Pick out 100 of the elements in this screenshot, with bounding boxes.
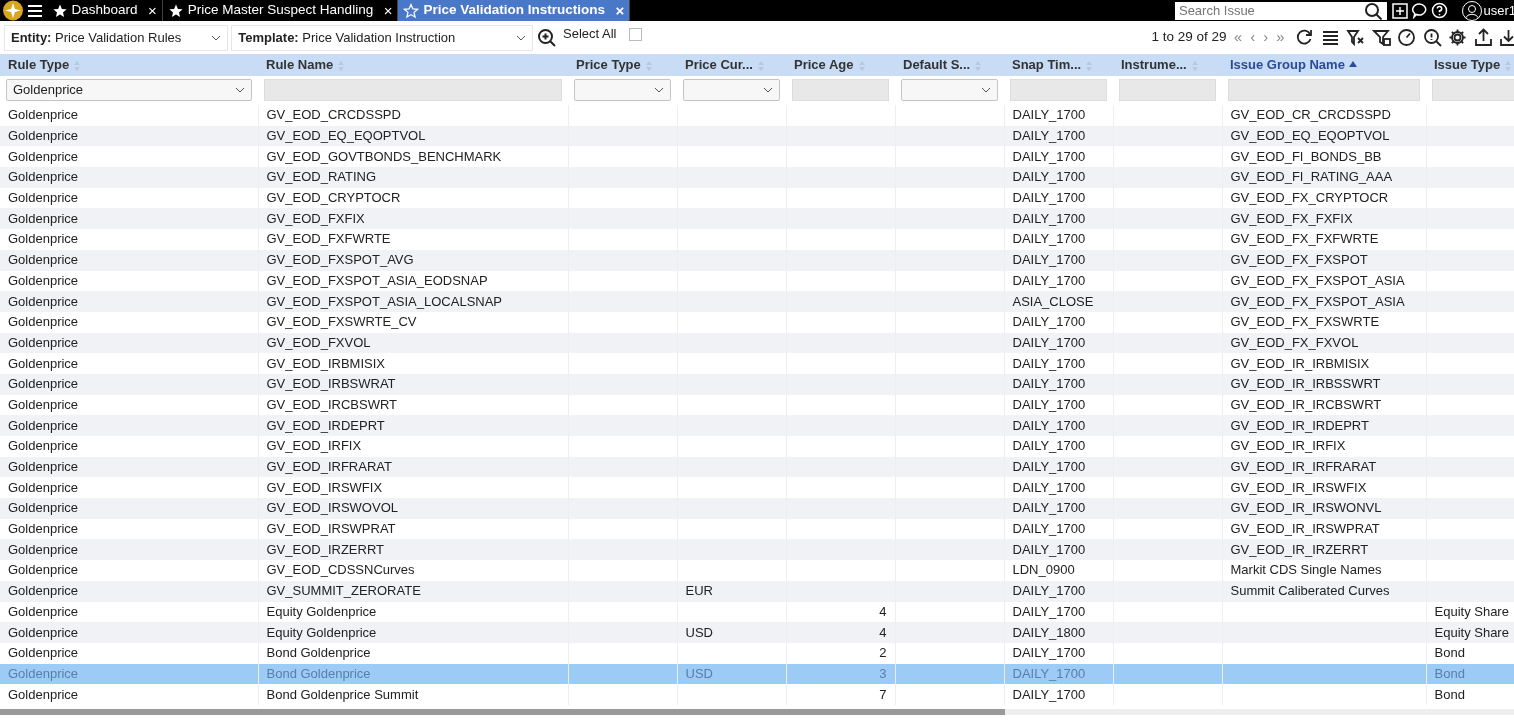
filter-field[interactable] [1119,79,1216,101]
column-header[interactable]: Snap Tim... [1004,54,1113,76]
table-row[interactable]: Goldenprice GV_EOD_EQ_EQOPTVOL DAILY_1700 GV_EOD_EQ_EQOPTVOL [0,125,1514,147]
help-icon[interactable] [1431,2,1449,19]
table-cell: DAILY_1700 [1012,479,1086,495]
gauge-icon[interactable] [1397,28,1416,47]
settings-icon[interactable] [1448,28,1467,47]
table-cell: DAILY_1700 [1012,355,1086,371]
filter-field[interactable] [1228,79,1420,101]
filter-field[interactable] [792,79,889,101]
table-cell: GV_EOD_IRFIX [266,438,362,454]
table-row[interactable]: Goldenprice GV_EOD_FXFWRTE DAILY_1700 GV_EOD_FX_FXFWRTE [0,229,1514,250]
column-header[interactable]: Price Type [568,54,677,76]
table-row[interactable]: Goldenprice GV_EOD_CDSSNCurves LDN_0900 Markit CDS Single Names [0,560,1514,581]
table-row[interactable]: Goldenprice GV_EOD_GOVTBONDS_BENCHMARK DAILY_1700 GV_EOD_FI_BONDS_BB [0,146,1514,168]
filter-dropdown[interactable]: Goldenprice [6,79,252,101]
table-cell: Goldenprice [8,645,79,661]
table-cell: DAILY_1700 [1012,521,1086,537]
table-row[interactable]: Goldenprice GV_SUMMIT_ZERORATE EUR DAILY_1700 Summit Caliberated Curves [0,580,1514,602]
entity-dropdown[interactable]: Entity: Price Validation Rules [4,24,228,51]
table-cell: GV_EOD_FXSPOT_ASIA_EODSNAP [266,272,488,288]
filter-icon[interactable] [1371,28,1391,47]
table-row[interactable]: Goldenprice GV_EOD_IRSWOVOL DAILY_1700 GV_EOD_IR_IRSWONVL [0,498,1514,519]
filter-field[interactable] [1432,79,1514,101]
column-header[interactable]: Default S... [895,54,1004,76]
table-cell: Goldenprice [8,128,79,144]
column-header[interactable]: Price Cur... [677,54,786,76]
table-row[interactable]: Goldenprice GV_EOD_FXVOL DAILY_1700 GV_EOD_FX_FXVOL [0,332,1514,354]
table-cell: Markit CDS Single Names [1230,562,1382,578]
table-row[interactable]: Goldenprice GV_EOD_FXSWRTE_CV DAILY_1700 GV_EOD_FX_FXSWRTE [0,311,1514,333]
column-header[interactable]: Issue Type [1426,54,1514,76]
add-icon[interactable] [1391,2,1408,19]
zoom-in-icon[interactable] [536,27,557,48]
chevron-down-icon [654,87,664,93]
table-cell: Goldenprice [8,686,79,702]
table-cell: GV_EOD_IR_IRFRARAT [1230,459,1377,475]
table-cell: DAILY_1700 [1012,107,1086,123]
close-button[interactable]: × [383,3,393,18]
table-row[interactable]: Goldenprice GV_EOD_IRFRARAT DAILY_1700 GV_EOD_IR_IRFRARAT [0,456,1514,478]
select-all-checkbox[interactable] [629,28,643,41]
zoom-icon[interactable] [1422,28,1442,47]
table-cell: DAILY_1700 [1012,541,1086,557]
dropdown-value: Template: Price Validation Instruction [238,28,456,47]
table-row[interactable]: Goldenprice GV_EOD_IRZERRT DAILY_1700 GV_EOD_IR_IRZERRT [0,539,1514,561]
table-row[interactable]: Goldenprice GV_EOD_FXSPOT_ASIA_EODSNAP DAILY_1700 GV_EOD_FX_FXSPOT_ASIA [0,270,1514,292]
table-row[interactable]: Goldenprice Bond Goldenprice 2 DAILY_1700 Bond [0,642,1514,664]
user-icon[interactable] [1461,0,1484,21]
column-header[interactable]: Rule Type [0,54,258,76]
table-row[interactable]: Goldenprice GV_EOD_IRSWPRAT DAILY_1700 GV_EOD_IR_IRSWPRAT [0,518,1514,540]
table-cell: Goldenprice [8,293,79,309]
close-button[interactable]: × [148,3,157,18]
table-cell: GV_EOD_RATING [266,169,377,185]
table-cell: Equity Goldenprice [266,624,377,640]
upload-icon[interactable] [1473,28,1493,47]
download-icon[interactable] [1499,28,1514,47]
table-row[interactable]: Goldenprice GV_EOD_IRDEPRT DAILY_1700 GV_EOD_IR_IRDEPRT [0,415,1514,436]
table-row[interactable]: Goldenprice GV_EOD_FXSPOT_ASIA_LOCALSNAP ASIA_CLOSE GV_EOD_FX_FXSPOT_ASIA [0,291,1514,312]
filter-field[interactable] [1010,79,1107,101]
table-cell: GV_EOD_GOVTBONDS_BENCHMARK [266,148,502,164]
table-row[interactable]: Goldenprice GV_EOD_RATING DAILY_1700 GV_EOD_FI_RATING_AAA [0,167,1514,188]
column-header[interactable]: Rule Name [258,54,568,76]
table-row[interactable]: Goldenprice Bond Goldenprice Summit 7 DAILY_1700 Bond [0,684,1514,705]
table-row[interactable]: Goldenprice GV_EOD_IRFIX DAILY_1700 GV_EOD_IR_IRFIX [0,436,1514,457]
column-header[interactable]: Instrume... [1113,54,1222,76]
column-header[interactable]: Price Age [786,54,895,76]
close-button[interactable]: × [615,3,625,18]
column-header[interactable]: Issue Group Name [1222,54,1426,76]
table-cell: LDN_0900 [1012,562,1075,578]
table-row[interactable]: Goldenprice GV_EOD_IRBSWRAT DAILY_1700 GV_EOD_IR_IRBSSWRT [0,373,1514,395]
filter-clear-icon[interactable] [1346,28,1365,47]
template-dropdown[interactable]: Template: Price Validation Instruction [231,24,534,51]
table-row[interactable]: Goldenprice Equity Goldenprice 4 DAILY_1700 Equity Share [0,601,1514,623]
table-cell: DAILY_1700 [1012,459,1086,475]
table-cell: GV_EOD_IR_IRSWFIX [1230,479,1367,495]
table-cell: DAILY_1700 [1012,500,1086,516]
table-row[interactable]: Goldenprice GV_EOD_CRCDSSPD DAILY_1700 GV_EOD_CR_CRCDSSPD [0,105,1514,126]
table-cell: GV_EOD_FXVOL [266,334,371,350]
tab[interactable]: Price Validation Instructions × [398,0,631,21]
logo-icon[interactable] [0,0,24,21]
table-row[interactable]: Goldenprice Equity Goldenprice USD 4 DAILY_1800 Equity Share [0,622,1514,643]
table-cell: Goldenprice [8,583,79,599]
table-cell: GV_EOD_IR_IRSWPRAT [1230,521,1380,537]
table-row[interactable]: Goldenprice GV_EOD_FXSPOT_AVG DAILY_1700 GV_EOD_FX_FXSPOT [0,249,1514,271]
table-cell: 4 [879,603,887,619]
table-cell: Goldenprice [8,272,79,288]
search-field[interactable]: Search Issue [1174,1,1387,20]
table-cell: Bond [1434,686,1465,702]
table-cell: GV_EOD_FI_RATING_AAA [1230,169,1393,185]
table-cell: GV_EOD_FXSPOT_AVG [266,252,414,268]
menu-icon[interactable] [27,3,44,18]
table-row[interactable]: Goldenprice GV_EOD_IRCBSWRT DAILY_1700 GV_EOD_IR_IRCBSWRT [0,394,1514,416]
table-row[interactable]: Goldenprice GV_EOD_IRBMISIX DAILY_1700 GV_EOD_IR_IRBMISIX [0,353,1514,374]
table-row[interactable]: Goldenprice GV_EOD_FXFIX DAILY_1700 GV_EOD_FX_FXFIX [0,208,1514,230]
list-icon[interactable] [1320,28,1340,47]
table-row[interactable]: Goldenprice GV_EOD_CRYPTOCR DAILY_1700 GV_EOD_FX_CRYPTOCR [0,187,1514,209]
refresh-icon[interactable] [1295,28,1314,47]
table-row[interactable]: Goldenprice GV_EOD_IRSWFIX DAILY_1700 GV_EOD_IR_IRSWFIX [0,477,1514,499]
tab[interactable]: Dashboard × [46,0,163,21]
filter-field[interactable] [264,79,562,101]
chat-icon[interactable] [1411,2,1429,19]
